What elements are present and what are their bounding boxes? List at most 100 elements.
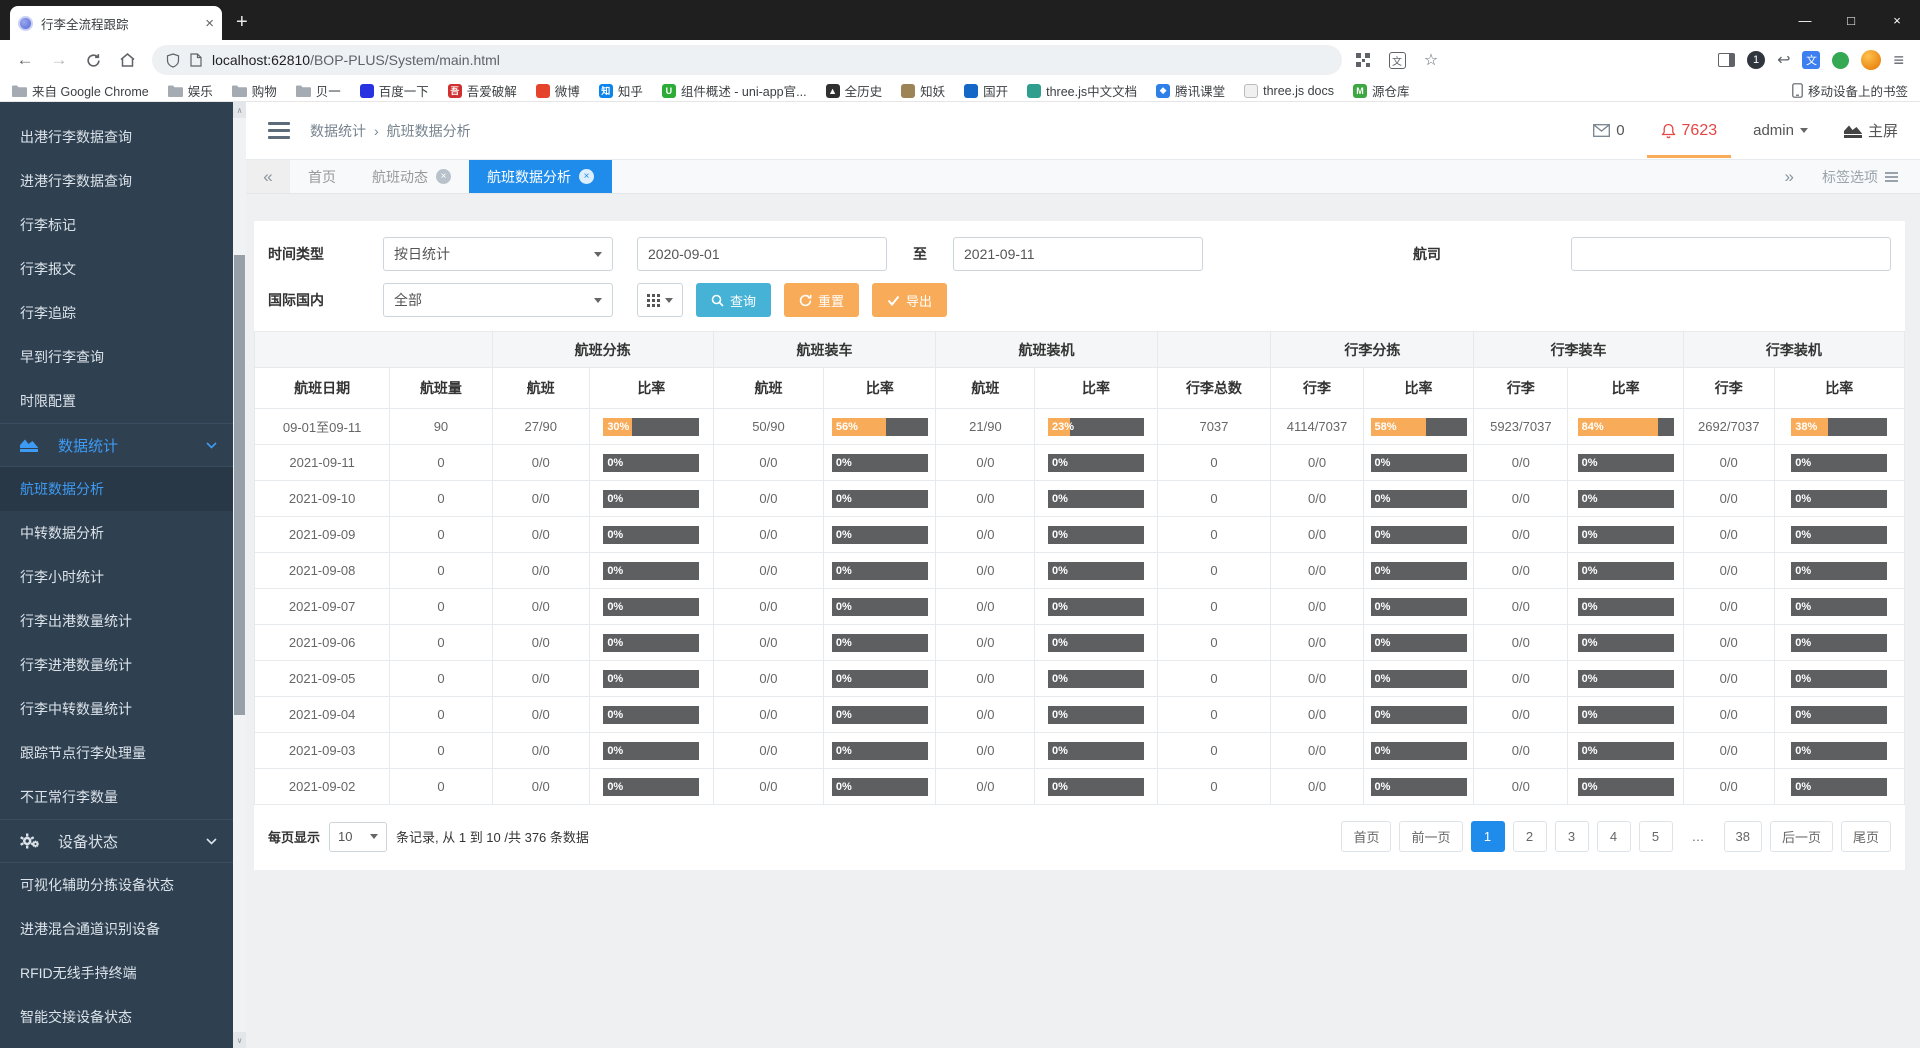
reset-button[interactable]: 重置 [784, 283, 859, 317]
bookmark-item[interactable]: three.js docs [1244, 84, 1334, 98]
sidebar-item[interactable]: 进港行李数据查询 [0, 159, 233, 203]
split-screen-icon[interactable] [1718, 53, 1735, 67]
reload-icon[interactable] [78, 45, 108, 75]
sidebar-scrollbar[interactable]: ∧ ∨ [233, 102, 246, 1048]
page-button[interactable]: 3 [1555, 821, 1589, 852]
sidebar-item[interactable]: 中转数据分析 [0, 511, 233, 555]
bookmark-item[interactable]: three.js中文文档 [1027, 81, 1137, 100]
sidebar-item[interactable]: 行李报文 [0, 247, 233, 291]
tabs-scroll-left-icon[interactable]: « [246, 160, 290, 193]
translate-icon[interactable]: 文 [1384, 47, 1410, 73]
date-from-input[interactable] [637, 237, 887, 271]
page-size-value: 10 [338, 829, 352, 844]
bookmark-item[interactable]: 国开 [964, 81, 1008, 100]
bookmark-item[interactable]: 贝一 [296, 81, 341, 100]
tab-item[interactable]: 航班动态× [354, 160, 469, 193]
search-button[interactable]: 查询 [696, 283, 771, 317]
maximize-button[interactable]: □ [1828, 0, 1874, 40]
bookmark-item[interactable]: ◆腾讯课堂 [1156, 81, 1225, 100]
sidebar-item[interactable]: 智能交接设备状态 [0, 995, 233, 1039]
scroll-up-icon[interactable]: ∧ [233, 102, 246, 118]
bookmark-item[interactable]: 吾吾爱破解 [448, 81, 517, 100]
extension-badge-icon[interactable]: 1 [1747, 51, 1765, 69]
columns-toggle-button[interactable] [637, 283, 683, 317]
bookmark-item[interactable]: 娱乐 [168, 81, 213, 100]
page-button[interactable]: 2 [1513, 821, 1547, 852]
bookmark-item[interactable]: 来自 Google Chrome [12, 81, 149, 100]
sidebar-item[interactable]: RFID无线手持终端 [0, 951, 233, 995]
bookmark-item[interactable]: ▲全历史 [826, 81, 883, 100]
sidebar-toggle-icon[interactable] [268, 122, 290, 139]
main-screen-button[interactable]: 主屏 [1844, 120, 1898, 141]
chevron-down-icon [594, 298, 602, 303]
scope-select[interactable]: 全部 [383, 283, 613, 317]
close-button[interactable]: × [1874, 0, 1920, 40]
date-to-input[interactable] [953, 237, 1203, 271]
forward-icon[interactable]: → [44, 45, 74, 75]
export-button[interactable]: 导出 [872, 283, 947, 317]
home-icon[interactable] [112, 45, 142, 75]
page-size-select[interactable]: 10 [329, 822, 387, 852]
airline-input[interactable] [1571, 237, 1891, 271]
sidebar-item[interactable]: 不正常行李数量 [0, 775, 233, 819]
notice-indicator[interactable]: 7623 [1661, 122, 1718, 140]
tabs-scroll-right-icon[interactable]: » [1785, 167, 1794, 187]
sidebar-item[interactable]: 行李追踪 [0, 291, 233, 335]
scrollbar-thumb[interactable] [234, 255, 245, 715]
browser-menu-icon[interactable]: ≡ [1893, 50, 1904, 71]
page-button[interactable]: 首页 [1341, 821, 1391, 852]
new-tab-button[interactable]: + [236, 12, 248, 32]
bookmark-item[interactable]: 微博 [536, 81, 580, 100]
tab-options-button[interactable]: 标签选项 [1822, 167, 1898, 187]
user-menu[interactable]: admin [1753, 122, 1808, 139]
sidebar-section-chart[interactable]: 数据统计 [0, 423, 233, 467]
sidebar-item[interactable]: 可视化辅助分拣设备状态 [0, 863, 233, 907]
sidebar-item[interactable]: 进港混合通道识别设备 [0, 907, 233, 951]
mail-indicator[interactable]: 0 [1593, 122, 1624, 139]
bookmark-item[interactable]: 知妖 [901, 81, 945, 100]
sidebar-item[interactable]: 出港行李数据查询 [0, 115, 233, 159]
page-button[interactable]: 4 [1597, 821, 1631, 852]
tab-close-icon[interactable]: × [579, 169, 594, 184]
bookmark-item[interactable]: M源仓库 [1353, 81, 1410, 100]
history-arrow-icon[interactable]: ↩ [1777, 50, 1790, 70]
minimize-button[interactable]: — [1782, 0, 1828, 40]
address-bar[interactable]: localhost:62810/BOP-PLUS/System/main.htm… [152, 45, 1342, 75]
sidebar-item[interactable]: 航班数据分析 [0, 467, 233, 511]
tab-close-icon[interactable]: × [205, 16, 214, 31]
sidebar-item[interactable]: 行李小时统计 [0, 555, 233, 599]
translate-extension-icon[interactable]: 文 [1802, 51, 1820, 69]
bookmark-item[interactable]: U组件概述 - uni-app官... [662, 81, 807, 100]
sidebar-item[interactable]: 早到行李查询 [0, 335, 233, 379]
page-button[interactable]: 1 [1471, 821, 1505, 852]
tab-item[interactable]: 首页 [290, 160, 354, 193]
profile-avatar[interactable] [1861, 50, 1881, 70]
sidebar-item[interactable]: 行李进港数量统计 [0, 643, 233, 687]
sidebar-item[interactable]: 行李出港数量统计 [0, 599, 233, 643]
page-button[interactable]: 尾页 [1841, 821, 1891, 852]
scroll-down-icon[interactable]: ∨ [233, 1032, 246, 1048]
sidebar-item[interactable]: 跟踪节点行李处理量 [0, 731, 233, 775]
qr-code-icon[interactable] [1350, 47, 1376, 73]
tab-active[interactable]: 航班数据分析× [469, 160, 612, 193]
browser-tab[interactable]: 行李全流程跟踪 × [10, 6, 222, 40]
tab-close-icon[interactable]: × [436, 169, 451, 184]
green-extension-icon[interactable] [1832, 52, 1849, 69]
breadcrumb-parent[interactable]: 数据统计 [310, 121, 366, 141]
page-button[interactable]: 5 [1639, 821, 1673, 852]
time-type-select[interactable]: 按日统计 [383, 237, 613, 271]
sidebar-item[interactable]: 行李标记 [0, 203, 233, 247]
bookmark-item[interactable]: 知知乎 [599, 81, 643, 100]
back-icon[interactable]: ← [10, 45, 40, 75]
sidebar-item[interactable]: 时限配置 [0, 379, 233, 423]
bookmark-item[interactable]: 百度一下 [360, 81, 429, 100]
sidebar-section-gear[interactable]: 设备状态 [0, 819, 233, 863]
page-button[interactable]: … [1681, 821, 1716, 852]
mobile-bookmarks[interactable]: 移动设备上的书签 [1792, 81, 1908, 100]
page-button[interactable]: 38 [1724, 821, 1762, 852]
bookmark-star-icon[interactable]: ☆ [1418, 47, 1444, 73]
bookmark-item[interactable]: 购物 [232, 81, 277, 100]
page-button[interactable]: 后一页 [1770, 821, 1833, 852]
page-button[interactable]: 前一页 [1399, 821, 1462, 852]
sidebar-item[interactable]: 行李中转数量统计 [0, 687, 233, 731]
